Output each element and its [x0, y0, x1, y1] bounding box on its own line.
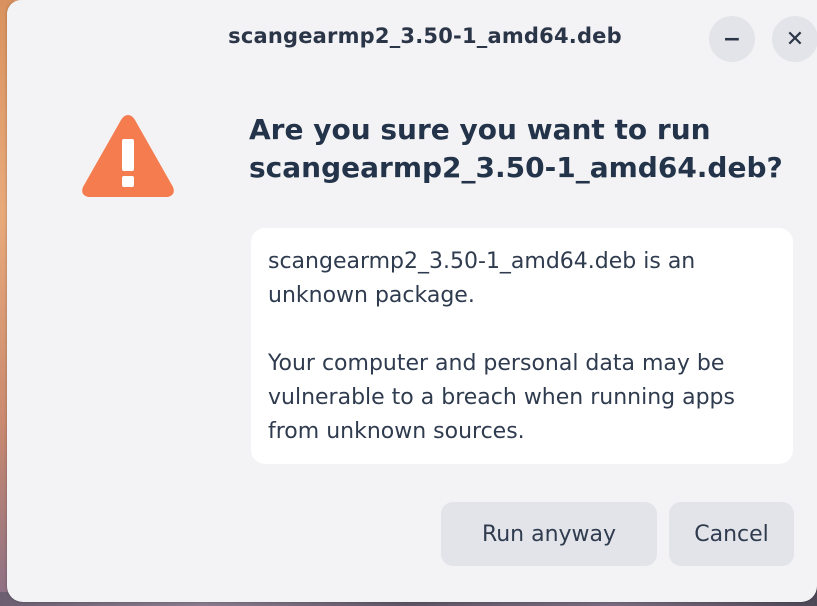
message-box: scangearmp2_3.50-1_amd64.deb is an unkno…: [251, 228, 793, 464]
titlebar: scangearmp2_3.50-1_amd64.deb − ✕: [7, 0, 817, 76]
message-paragraph-2: Your computer and personal data may be v…: [268, 351, 735, 444]
minimize-icon: −: [722, 26, 742, 52]
warning-dialog: scangearmp2_3.50-1_amd64.deb − ✕ Are you…: [7, 0, 817, 602]
window-title: scangearmp2_3.50-1_amd64.deb: [228, 24, 622, 48]
close-icon: ✕: [785, 26, 805, 52]
dialog-headline: Are you sure you want to run scangearmp2…: [249, 113, 783, 184]
minimize-button[interactable]: −: [709, 16, 755, 62]
warning-triangle-icon: [82, 115, 174, 197]
message-paragraph-1: scangearmp2_3.50-1_amd64.deb is an unkno…: [268, 249, 696, 308]
cancel-button[interactable]: Cancel: [669, 502, 794, 566]
close-button[interactable]: ✕: [772, 16, 817, 62]
run-anyway-button[interactable]: Run anyway: [441, 502, 657, 566]
